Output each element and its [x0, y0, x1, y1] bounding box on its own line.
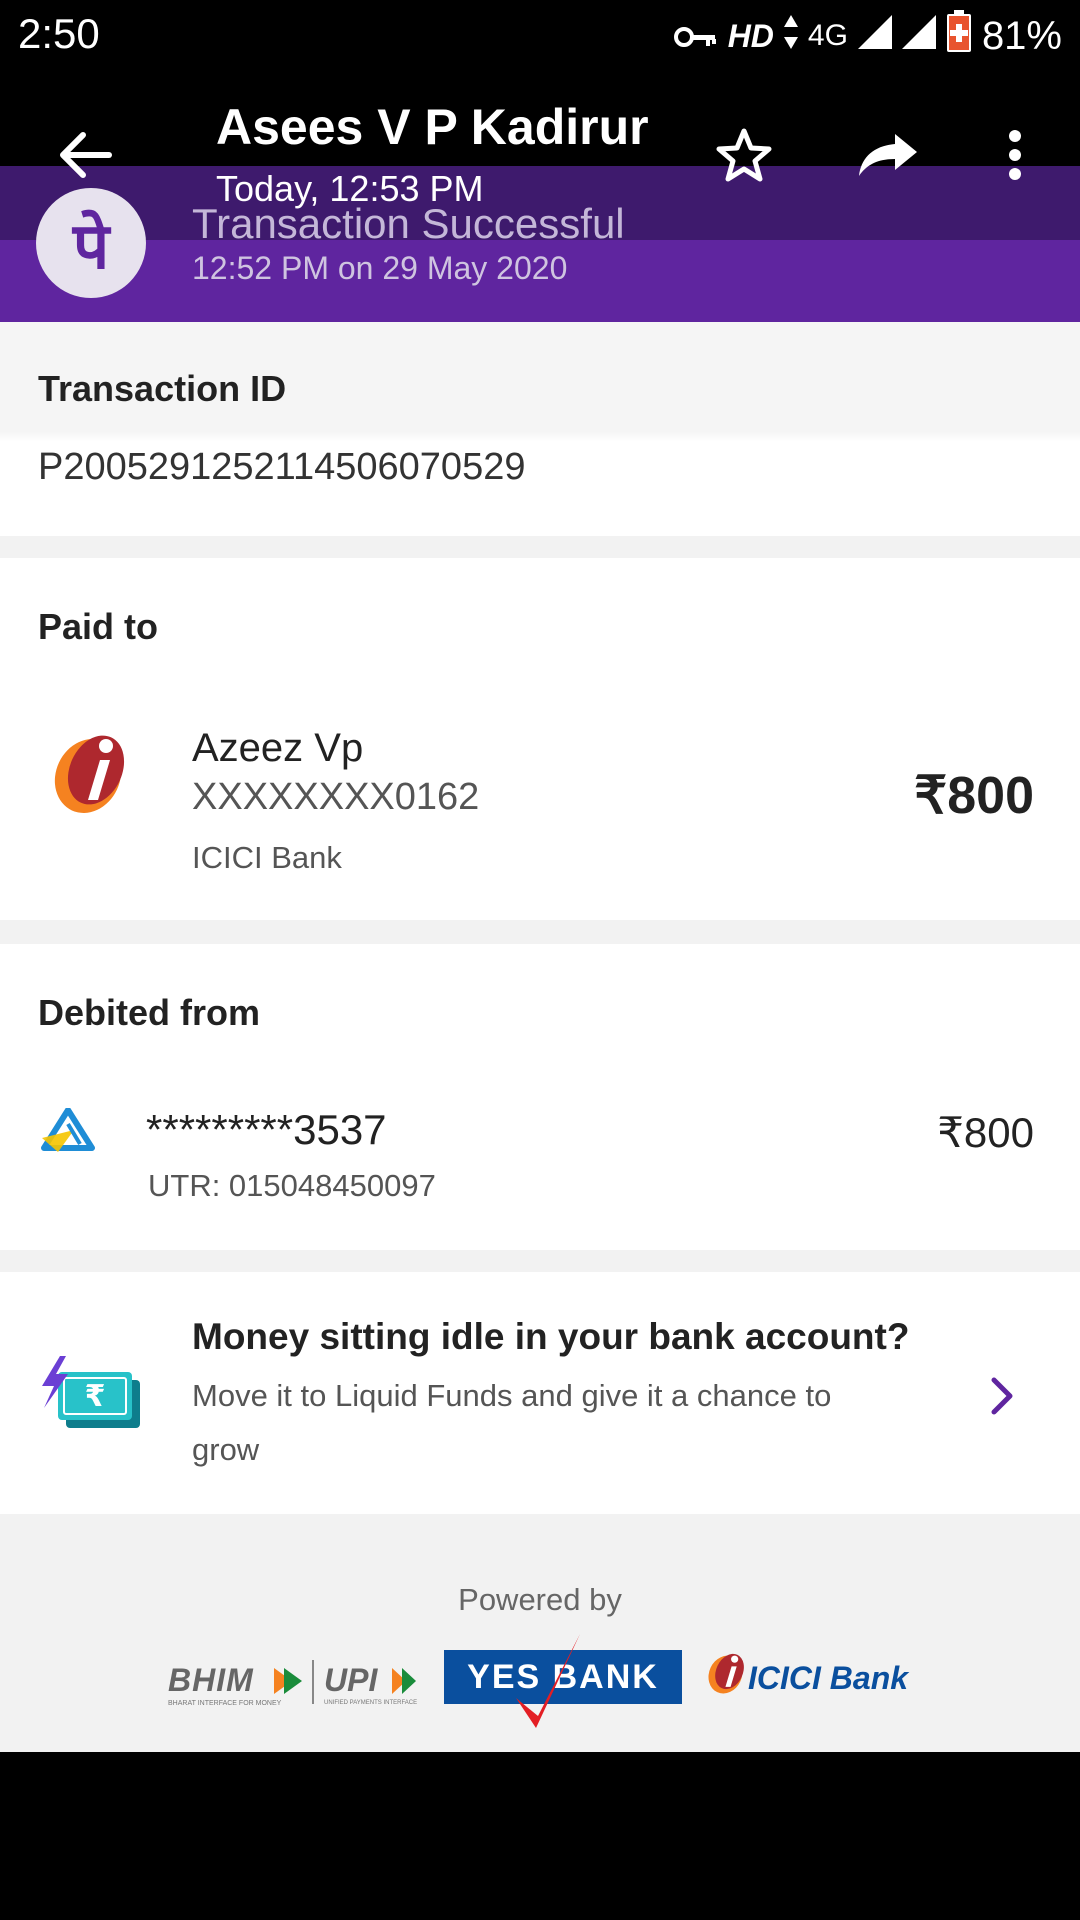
promo-title: Money sitting idle in your bank account? [192, 1316, 910, 1357]
bhim-upi-logo: BHIM BHARAT INTERFACE FOR MONEY UPI UNIF… [164, 1660, 424, 1720]
bhim-text: BHIM [168, 1662, 254, 1698]
powered-by-text: Powered by [458, 1582, 622, 1617]
logo-divider [312, 1660, 314, 1704]
icici-bank-text: ICICI Bank [748, 1660, 909, 1696]
yes-bank-logo: YES BANK [444, 1634, 682, 1728]
paid-to-card [0, 558, 1080, 920]
chevron-right-icon[interactable] [988, 1376, 1018, 1416]
promo-text-line2: grow [192, 1432, 260, 1467]
battery-icon [946, 10, 972, 62]
payee-account: XXXXXXXX0162 [192, 776, 480, 818]
transaction-id-value[interactable]: P2005291252114506070529 [38, 446, 525, 489]
data-arrows-icon [783, 14, 798, 59]
debit-account: *********3537 [146, 1106, 387, 1153]
paid-to-label: Paid to [38, 606, 159, 647]
page-title: Asees V P Kadirur [216, 99, 649, 155]
money-bolt-icon: ₹ [38, 1356, 146, 1432]
vpn-key-icon [673, 14, 718, 59]
share-arrow-icon [859, 134, 917, 176]
upi-text: UPI [324, 1662, 378, 1698]
transaction-id-label: Transaction ID [38, 368, 287, 409]
bhim-tagline: BHARAT INTERFACE FOR MONEY [168, 1700, 282, 1707]
back-button[interactable] [44, 120, 128, 190]
arrow-left-icon [60, 132, 112, 178]
transaction-datetime: 12:52 PM on 29 May 2020 [192, 250, 568, 286]
payee-bank: ICICI Bank [192, 840, 342, 875]
more-options-button[interactable] [990, 120, 1040, 190]
hd-indicator: HD [727, 17, 774, 54]
signal-icon [857, 14, 892, 59]
icici-bank-logo: ICICI Bank [706, 1648, 946, 1708]
star-icon [716, 128, 772, 182]
upi-tagline: UNIFIED PAYMENTS INTERFACE [324, 1700, 418, 1706]
status-time: 2:50 [18, 10, 100, 57]
debit-amount: ₹800 [937, 1109, 1034, 1156]
navigation-bar-area [0, 1752, 1080, 1920]
debited-from-card [0, 944, 1080, 1250]
page-subtitle: Today, 12:53 PM [216, 168, 484, 209]
utr-number: UTR: 015048450097 [148, 1168, 436, 1203]
status-icons: HD 4G 81% [673, 10, 1062, 62]
network-type: 4G [807, 19, 848, 52]
signal-icon-2 [901, 14, 936, 59]
more-vert-icon [1009, 130, 1021, 180]
transaction-id-card [0, 322, 1080, 536]
icici-logo-icon [50, 726, 136, 816]
paid-amount: ₹800 [914, 767, 1034, 825]
promo-text-line1: Move it to Liquid Funds and give it a ch… [192, 1378, 832, 1413]
share-button[interactable] [848, 120, 928, 190]
rupee-glyph: ₹ [85, 1379, 106, 1414]
battery-percent: 81% [981, 13, 1062, 58]
favorite-button[interactable] [706, 120, 782, 190]
phonepe-logo: पे [36, 188, 146, 298]
debited-from-label: Debited from [38, 992, 261, 1033]
sbi-logo-icon [40, 1107, 102, 1154]
payee-name: Azeez Vp [192, 726, 364, 770]
